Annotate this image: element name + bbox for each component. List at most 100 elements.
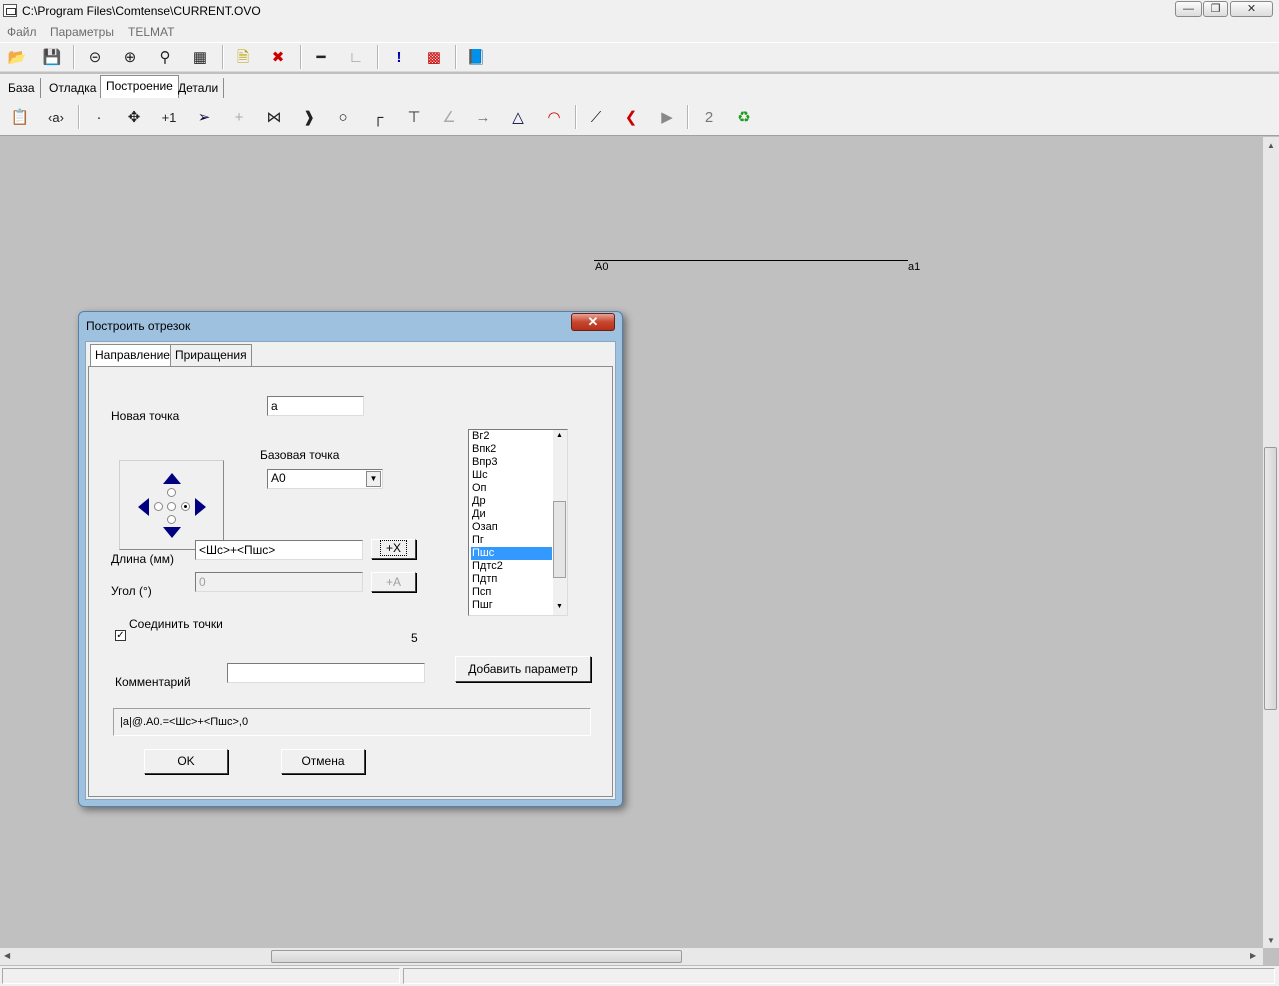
list-scroll-thumb[interactable] xyxy=(553,501,566,578)
add-length-button[interactable]: +X xyxy=(371,539,416,559)
list-item[interactable]: Озап xyxy=(471,521,552,534)
zoom-icon[interactable]: ⚲ xyxy=(154,46,176,68)
text-tool-icon[interactable]: 2 xyxy=(698,106,720,128)
list-item[interactable]: Оп xyxy=(471,482,552,495)
palette-icon[interactable]: ▩ xyxy=(423,46,445,68)
radio-down[interactable] xyxy=(167,515,176,524)
select-icon[interactable]: ➢ xyxy=(193,106,215,128)
menu-file[interactable]: Файл xyxy=(7,25,37,39)
list-item[interactable]: Ди xyxy=(471,508,552,521)
tab-direction[interactable]: Направление xyxy=(90,344,175,367)
vertical-scrollbar[interactable]: ▲ ▼ xyxy=(1263,137,1279,948)
list-scroll-down-icon[interactable]: ▼ xyxy=(556,603,563,610)
point-icon[interactable]: · xyxy=(88,106,110,128)
list-item[interactable]: Пдтс2 xyxy=(471,560,552,573)
intersection-icon[interactable]: ⋈ xyxy=(263,106,285,128)
triangle-icon[interactable]: △ xyxy=(507,106,529,128)
zoom-in-icon[interactable]: ⊕ xyxy=(119,46,141,68)
tab-details[interactable]: Детали xyxy=(173,78,225,98)
radio-center[interactable] xyxy=(167,502,176,511)
save-icon[interactable]: 💾 xyxy=(41,46,63,68)
list-item[interactable]: Пдтп xyxy=(471,573,552,586)
tab-base[interactable]: База xyxy=(3,78,41,98)
list-item[interactable]: Пг xyxy=(471,534,552,547)
move-icon[interactable]: ✥ xyxy=(123,106,145,128)
arrow-down-icon[interactable] xyxy=(163,527,181,538)
chevron-down-icon[interactable]: ▼ xyxy=(366,471,381,487)
document-icon[interactable]: 🗎 xyxy=(232,46,254,68)
connect-points-checkbox[interactable]: ✓ xyxy=(115,630,126,641)
status-panel-left xyxy=(2,968,400,984)
arrow-up-icon[interactable] xyxy=(163,473,181,484)
direction-pad xyxy=(119,460,224,550)
arrow-left-icon[interactable] xyxy=(138,498,149,516)
dialog-close-button[interactable]: ✕ xyxy=(571,313,615,331)
restore-button[interactable]: ❐ xyxy=(1203,1,1228,17)
close-window-button[interactable]: ✕ xyxy=(1230,1,1273,17)
measure-angle-icon[interactable]: ∟ xyxy=(345,46,367,68)
vertical-scroll-thumb[interactable] xyxy=(1264,447,1277,710)
open-folder-icon[interactable]: 📂 xyxy=(6,46,28,68)
add-parameter-button[interactable]: Добавить параметр xyxy=(455,656,591,682)
list-item-selected[interactable]: Пшс xyxy=(471,547,552,560)
angle-icon[interactable]: ∠ xyxy=(438,106,460,128)
curve-icon[interactable]: ❮ xyxy=(620,106,642,128)
scroll-down-icon[interactable]: ▼ xyxy=(1267,936,1275,945)
play-icon[interactable]: ▶ xyxy=(656,106,678,128)
status-panel-right xyxy=(403,968,1275,984)
line-icon[interactable]: ⟋ xyxy=(585,106,607,128)
add-angle-button[interactable]: +A xyxy=(371,572,416,592)
point-label-start: A0 xyxy=(595,261,609,273)
list-item[interactable]: Впр3 xyxy=(471,456,552,469)
ok-button[interactable]: OK xyxy=(144,749,228,774)
menu-telmat[interactable]: TELMAT xyxy=(128,25,174,39)
circle-point-icon[interactable]: ○ xyxy=(332,106,354,128)
cross-icon[interactable]: + xyxy=(228,106,250,128)
circle-icon[interactable]: ◠ xyxy=(543,106,565,128)
count-value: 5 xyxy=(411,631,418,645)
scroll-up-icon[interactable]: ▲ xyxy=(1267,141,1275,150)
new-point-input[interactable] xyxy=(267,396,364,416)
notes-icon[interactable]: 📋 xyxy=(9,106,31,128)
increment-icon[interactable]: +1 xyxy=(158,106,180,128)
arc-point-icon[interactable]: ❱ xyxy=(298,106,320,128)
horizontal-scroll-thumb[interactable] xyxy=(271,950,682,963)
arrow-right-icon[interactable] xyxy=(195,498,206,516)
angle-input[interactable] xyxy=(195,572,363,592)
recycle-icon[interactable]: ♻ xyxy=(733,106,755,128)
cancel-button[interactable]: Отмена xyxy=(281,749,365,774)
base-point-select[interactable]: A0 ▼ xyxy=(267,469,383,489)
comment-input[interactable] xyxy=(227,663,425,683)
radio-left[interactable] xyxy=(154,502,163,511)
zoom-out-icon[interactable]: ⊝ xyxy=(84,46,106,68)
radio-up[interactable] xyxy=(167,488,176,497)
scroll-left-icon[interactable]: ◀ xyxy=(4,951,10,960)
corner-icon[interactable]: ┌ xyxy=(367,106,389,128)
length-input[interactable] xyxy=(195,540,363,560)
scroll-right-icon[interactable]: ▶ xyxy=(1250,951,1256,960)
radio-right[interactable] xyxy=(181,502,190,511)
parameters-list[interactable]: Вг2 Впк2 Впр3 Шс Оп Др Ди Озап Пг Пшс Пд… xyxy=(468,429,568,616)
minimize-button[interactable]: — xyxy=(1175,1,1202,17)
tab-increments[interactable]: Приращения xyxy=(170,344,252,366)
book-icon[interactable]: 📘 xyxy=(465,46,487,68)
zoom-fit-icon[interactable]: ▦ xyxy=(189,46,211,68)
measure-icon[interactable]: ━ xyxy=(310,46,332,68)
list-scrollbar[interactable]: ▲ ▼ xyxy=(553,430,567,615)
delete-icon[interactable]: ✖ xyxy=(267,46,289,68)
list-scroll-up-icon[interactable]: ▲ xyxy=(556,432,563,439)
list-item[interactable]: Пшг xyxy=(471,599,552,612)
tab-construction[interactable]: Построение xyxy=(100,75,179,98)
list-item[interactable]: Впк2 xyxy=(471,443,552,456)
tab-debug[interactable]: Отладка xyxy=(44,78,103,98)
list-item[interactable]: Вг2 xyxy=(471,430,552,443)
horizontal-scrollbar[interactable]: ◀ ▶ xyxy=(0,948,1263,965)
menu-parameters[interactable]: Параметры xyxy=(50,25,114,39)
arrow-icon[interactable]: → xyxy=(472,106,494,128)
perpendicular-icon[interactable]: ⊤ xyxy=(403,106,425,128)
list-item[interactable]: Псп xyxy=(471,586,552,599)
info-icon[interactable]: ! xyxy=(388,46,410,68)
list-item[interactable]: Шс xyxy=(471,469,552,482)
list-item[interactable]: Др xyxy=(471,495,552,508)
point-label-icon[interactable]: ‹a› xyxy=(45,106,67,128)
